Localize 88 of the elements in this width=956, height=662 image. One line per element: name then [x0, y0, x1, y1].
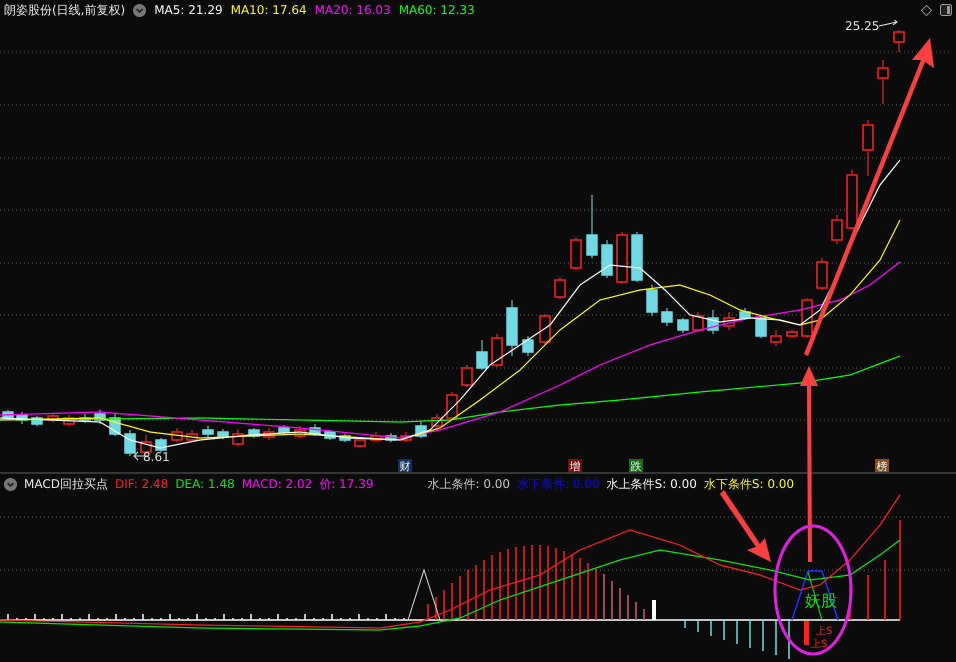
candlestick: [846, 170, 858, 230]
candlestick: [354, 438, 366, 448]
candlestick: [862, 120, 874, 176]
indicator-readout: 水上条件: 0.00: [427, 476, 510, 492]
histogram-bar: [804, 621, 809, 645]
candlestick: [586, 194, 598, 258]
candlestick: [94, 410, 106, 424]
chart-title: 朗姿股份(日线,前复权): [4, 2, 126, 18]
candlestick: [431, 414, 443, 430]
panel-toggle-icon[interactable]: [940, 4, 952, 16]
candlestick: [31, 416, 43, 426]
low-price-label: 8.61: [143, 450, 170, 464]
moving-average-readout: MA60: 12.33: [398, 3, 475, 17]
candlestick: [124, 430, 136, 456]
high-price-label: 25.25: [845, 20, 880, 33]
candlestick: [248, 428, 260, 438]
event-marker[interactable]: 榜: [876, 460, 888, 472]
histogram-bar: [652, 600, 656, 620]
indicator-title: MACD回拉买点: [24, 476, 108, 492]
candlestick: [232, 430, 244, 446]
indicator-readout: MACD: 2.02: [242, 477, 312, 491]
candlestick: [202, 426, 214, 438]
candlestick: [739, 308, 751, 320]
candlestick: [707, 310, 719, 334]
candlestick: [400, 432, 412, 442]
candlestick: [171, 428, 183, 442]
annotation-arrow: [720, 490, 771, 562]
candlestick: [370, 432, 382, 442]
candlestick: [16, 412, 28, 424]
candlestick: [294, 426, 306, 438]
candlestick: [278, 424, 290, 434]
dropdown-chevron-icon[interactable]: [4, 478, 17, 490]
candlestick: [616, 232, 628, 284]
candlestick: [155, 438, 167, 452]
pointer-arrow-icon: [878, 20, 898, 26]
candlestick: [2, 410, 14, 420]
event-marker[interactable]: 增: [570, 460, 580, 472]
signal-label: 上S: [811, 639, 828, 650]
candlestick: [415, 422, 427, 438]
triangle-signal-drawing: [408, 568, 440, 620]
candlestick: [109, 412, 121, 436]
candlestick: [339, 434, 351, 442]
candlestick: [677, 318, 689, 334]
candlestick: [522, 336, 534, 356]
candlestick: [801, 298, 813, 338]
event-marker[interactable]: 财: [400, 460, 410, 472]
candlestick: [570, 238, 582, 270]
diamond-icon[interactable]: [921, 4, 932, 16]
candlestick: [646, 284, 658, 316]
signal-label: 上S: [816, 626, 832, 637]
moving-average-readout: MA20: 16.03: [314, 3, 391, 17]
candlestick: [324, 430, 336, 440]
indicator-readout: 水下条件: 0.00: [517, 476, 600, 492]
candlestick: [755, 314, 767, 338]
candlestick: [692, 312, 704, 332]
candlestick: [631, 232, 643, 282]
candlestick: [601, 240, 613, 278]
indicator-readout: 价: 17.39: [319, 476, 374, 492]
candlestick: [47, 414, 59, 422]
candlestick: [816, 258, 828, 290]
candlestick: [831, 214, 843, 244]
candlestick: [186, 430, 198, 442]
candlestick: [554, 278, 566, 300]
indicator-readout: 水下条件S: 0.00: [704, 476, 794, 492]
indicator-readout: DIF: 2.48: [114, 477, 168, 491]
candlestick: [309, 424, 321, 436]
candlestick: [723, 312, 735, 330]
candlestick: [770, 330, 782, 346]
moving-average-readout: MA5: 21.29: [154, 3, 223, 17]
candlestick: [446, 392, 458, 420]
candlestick: [476, 340, 488, 370]
candlestick: [385, 432, 397, 442]
candlestick: [877, 60, 889, 104]
candlestick: [539, 314, 551, 344]
candlestick: [461, 364, 473, 388]
candlestick: [786, 330, 798, 338]
candlestick: [893, 30, 905, 52]
candlestick: [79, 414, 91, 424]
candlestick: [263, 428, 275, 440]
moving-average-readout: MA10: 17.64: [230, 3, 307, 17]
indicator-readout: 水上条件S: 0.00: [606, 476, 697, 492]
candlestick: [491, 334, 503, 368]
candlestick: [63, 414, 75, 426]
candlestick: [217, 428, 229, 440]
indicator-readout: DEA: 1.48: [175, 477, 235, 491]
candlestick: [506, 300, 518, 356]
event-marker[interactable]: 跌: [630, 460, 642, 472]
dropdown-chevron-icon[interactable]: [133, 4, 146, 16]
